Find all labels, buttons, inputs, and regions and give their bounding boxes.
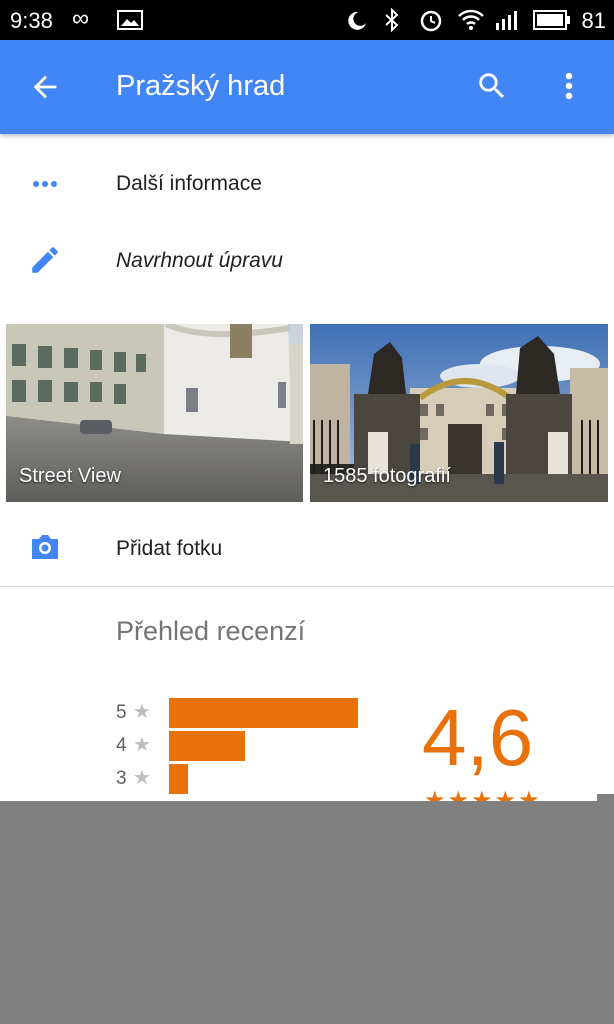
histogram-row: 4 ★	[116, 731, 376, 761]
status-bar: 9:38 ∞ 81	[0, 0, 614, 40]
gray-overlay	[0, 801, 614, 1024]
star-icon: ★	[133, 734, 151, 756]
histogram-row: 5 ★	[116, 698, 376, 728]
histogram-row: 3 ★	[116, 764, 376, 794]
star-icon: ★	[133, 767, 151, 789]
more-vert-icon[interactable]	[556, 69, 582, 103]
street-view-tile[interactable]: Street View	[6, 324, 303, 502]
more-info-label: Další informace	[116, 172, 262, 195]
add-photo-label: Přidat fotku	[116, 537, 223, 560]
night-mode-icon	[348, 11, 366, 30]
image-icon	[117, 10, 143, 30]
alarm-icon	[420, 10, 442, 32]
suggest-edit-label: Navrhnout úpravu	[116, 249, 283, 272]
signal-icon	[496, 11, 517, 30]
histogram-star-count: 5	[116, 702, 127, 723]
divider	[0, 586, 614, 587]
street-view-label: Street View	[19, 465, 121, 487]
histogram-star-count: 3	[116, 768, 127, 789]
battery-level: 81	[581, 8, 606, 33]
suggest-edit-row[interactable]: Navrhnout úpravu	[0, 222, 614, 298]
star-icon: ★	[133, 701, 151, 723]
average-rating: 4,6	[422, 693, 534, 782]
camera-icon	[32, 535, 58, 559]
histogram-bar	[169, 731, 245, 761]
battery-icon	[533, 10, 570, 30]
pencil-icon	[32, 247, 58, 273]
infinity-icon: ∞	[72, 5, 90, 32]
app-bar: Pražský hrad	[0, 40, 614, 134]
photos-count-label: 1585 fotografií	[323, 465, 451, 487]
photo-strip: Street View 1585 fotografií	[6, 324, 608, 502]
status-time: 9:38	[10, 8, 53, 33]
page-title: Pražský hrad	[116, 70, 286, 102]
search-icon[interactable]	[475, 69, 509, 103]
bluetooth-icon	[385, 8, 399, 32]
histogram-bar	[169, 764, 188, 794]
histogram-bar	[169, 698, 358, 728]
back-arrow-icon[interactable]	[28, 70, 62, 104]
photos-tile[interactable]: 1585 fotografií	[310, 324, 608, 502]
reviews-section-title: Přehled recenzí	[116, 616, 306, 646]
histogram-star-count: 4	[116, 735, 127, 756]
more-horiz-icon	[33, 181, 57, 187]
add-photo-row[interactable]: Přidat fotku	[0, 510, 614, 586]
more-info-row[interactable]: Další informace	[0, 146, 614, 222]
wifi-icon	[458, 9, 484, 30]
